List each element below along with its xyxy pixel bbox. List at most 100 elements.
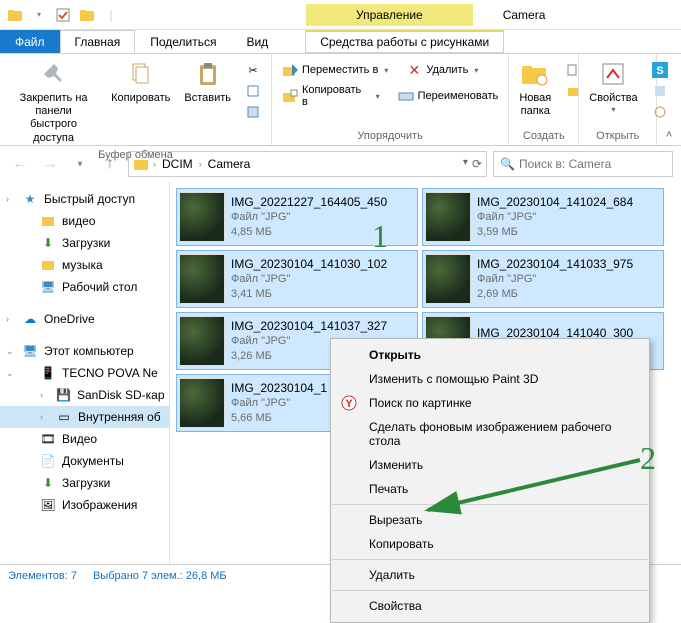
file-name: IMG_20221227_164405_450	[231, 194, 387, 210]
sidebar-item-downloads2[interactable]: ⬇Загрузки	[0, 472, 169, 494]
new-folder-button[interactable]: Новая папка	[515, 56, 555, 120]
ribbon-group-clipboard-label: Буфер обмена	[98, 149, 173, 161]
window-title: Camera	[503, 8, 546, 22]
ribbon: Закрепить на панели быстрого доступа Коп…	[0, 54, 681, 146]
sidebar-item-pictures[interactable]: 🖼Изображения	[0, 494, 169, 516]
folder-icon	[40, 257, 56, 273]
sidebar-item-desktop[interactable]: 🖥Рабочий стол	[0, 276, 169, 298]
file-size: 2,69 МБ	[477, 287, 633, 302]
ribbon-group-new-label: Создать	[523, 130, 565, 142]
downloads-icon: ⬇	[40, 235, 56, 251]
pictures-icon: 🖼	[40, 497, 56, 513]
sidebar-onedrive[interactable]: ›☁OneDrive	[0, 308, 169, 330]
file-thumbnail	[179, 192, 225, 242]
pin-quick-access-button[interactable]: Закрепить на панели быстрого доступа	[6, 56, 101, 147]
sidebar-item-videos[interactable]: 🎞Видео	[0, 428, 169, 450]
ctx-cut[interactable]: Вырезать	[331, 508, 649, 532]
drive-icon: ▭	[56, 409, 72, 425]
sidebar-item-internal[interactable]: ›▭Внутренняя об	[0, 406, 169, 428]
cut-small-button[interactable]: ✂	[241, 60, 265, 80]
move-to-icon	[282, 62, 298, 78]
svg-text:Y: Y	[345, 398, 353, 410]
file-item[interactable]: IMG_20230104_141024_684Файл "JPG"3,59 МБ	[422, 188, 664, 246]
qat-folder-icon[interactable]	[4, 4, 26, 26]
status-selection: Выбрано 7 элем.: 26,8 МБ	[93, 570, 227, 582]
videos-icon: 🎞	[40, 431, 56, 447]
ribbon-collapse-button[interactable]: ˄	[657, 54, 681, 145]
delete-button[interactable]: ✕Удалить▾	[402, 60, 482, 80]
sidebar-item-video[interactable]: видео	[0, 210, 169, 232]
qat-folder2-icon[interactable]	[76, 4, 98, 26]
file-type: Файл "JPG"	[231, 210, 387, 225]
sidebar-quick-access[interactable]: ›★Быстрый доступ	[0, 188, 169, 210]
file-item[interactable]: IMG_20230104_141033_975Файл "JPG"2,69 МБ	[422, 250, 664, 308]
file-size: 3,59 МБ	[477, 225, 633, 240]
qat-dropdown-icon[interactable]: ▾	[28, 4, 50, 26]
ribbon-group-open: Свойства▾ S Открыть	[579, 54, 657, 145]
ctx-print[interactable]: Печать	[331, 477, 649, 501]
chevron-right-icon[interactable]: ›	[6, 314, 9, 324]
copy-path-small-button[interactable]	[241, 81, 265, 101]
copy-button[interactable]: Копировать	[107, 56, 174, 107]
ctx-properties[interactable]: Свойства	[331, 594, 649, 618]
title-bar: ▾ | Управление Camera	[0, 0, 681, 30]
file-thumbnail	[179, 378, 225, 428]
contextual-tab-header: Управление	[306, 4, 473, 26]
properties-button[interactable]: Свойства▾	[585, 56, 641, 117]
paste-button[interactable]: Вставить	[180, 56, 235, 107]
chevron-right-icon[interactable]: ›	[40, 412, 43, 422]
search-box[interactable]: 🔍	[493, 151, 673, 177]
properties-icon	[597, 58, 629, 90]
shortcut-icon	[245, 104, 261, 120]
pin-icon	[38, 58, 70, 90]
qat-separator: |	[100, 4, 122, 26]
tab-home[interactable]: Главная	[60, 30, 136, 53]
ctx-edit-paint3d[interactable]: Изменить с помощью Paint 3D	[331, 367, 649, 391]
file-thumbnail	[179, 254, 225, 304]
chevron-right-icon[interactable]: ›	[40, 390, 43, 400]
chevron-down-icon[interactable]: ⌄	[6, 368, 14, 379]
ctx-copy[interactable]: Копировать	[331, 532, 649, 556]
copy-to-button[interactable]: Копировать в▾	[278, 82, 384, 110]
delete-icon: ✕	[406, 62, 422, 78]
sidebar-item-music[interactable]: музыка	[0, 254, 169, 276]
address-dropdown-icon[interactable]: ▾	[463, 157, 468, 171]
paste-shortcut-small-button[interactable]	[241, 102, 265, 122]
refresh-icon[interactable]: ⟳	[472, 157, 482, 171]
search-input[interactable]	[519, 157, 674, 171]
paste-icon	[192, 58, 224, 90]
file-thumbnail	[425, 254, 471, 304]
ctx-set-desktop-bg[interactable]: Сделать фоновым изображением рабочего ст…	[331, 415, 649, 453]
ctx-edit[interactable]: Изменить	[331, 453, 649, 477]
sidebar-item-sandisk[interactable]: ›💾SanDisk SD-кар	[0, 384, 169, 406]
tab-share[interactable]: Поделиться	[135, 30, 231, 53]
phone-icon: 📱	[40, 365, 56, 381]
tab-view[interactable]: Вид	[231, 30, 283, 53]
sidebar-this-pc[interactable]: ⌄🖥Этот компьютер	[0, 340, 169, 362]
ctx-open[interactable]: Открыть	[331, 343, 649, 367]
yandex-icon: Y	[341, 395, 357, 411]
rename-button[interactable]: Переименовать	[394, 82, 503, 110]
ctx-search-image[interactable]: YПоиск по картинке	[331, 391, 649, 415]
ctx-delete[interactable]: Удалить	[331, 563, 649, 587]
file-item[interactable]: IMG_20221227_164405_450Файл "JPG"4,85 МБ	[176, 188, 418, 246]
ribbon-tabs: Файл Главная Поделиться Вид Средства раб…	[0, 30, 681, 54]
sidebar-item-downloads[interactable]: ⬇Загрузки	[0, 232, 169, 254]
chevron-right-icon[interactable]: ›	[6, 194, 9, 204]
copy-to-icon	[282, 88, 298, 104]
documents-icon: 📄	[40, 453, 56, 469]
sidebar-item-documents[interactable]: 📄Документы	[0, 450, 169, 472]
pc-icon: 🖥	[22, 343, 38, 359]
rename-icon	[398, 88, 414, 104]
file-thumbnail	[179, 316, 225, 366]
tab-file[interactable]: Файл	[0, 30, 60, 53]
chevron-down-icon[interactable]: ⌄	[6, 346, 14, 357]
navigation-pane: ›★Быстрый доступ видео ⬇Загрузки музыка …	[0, 182, 170, 564]
search-icon: 🔍	[500, 157, 515, 171]
tab-picture-tools[interactable]: Средства работы с рисунками	[305, 30, 504, 53]
file-name: IMG_20230104_141037_327	[231, 318, 387, 334]
qat-checkbox-icon[interactable]	[52, 4, 74, 26]
file-item[interactable]: IMG_20230104_141030_102Файл "JPG"3,41 МБ	[176, 250, 418, 308]
move-to-button[interactable]: Переместить в▾	[278, 60, 392, 80]
sidebar-item-tecno[interactable]: ⌄📱TECNO POVA Ne	[0, 362, 169, 384]
